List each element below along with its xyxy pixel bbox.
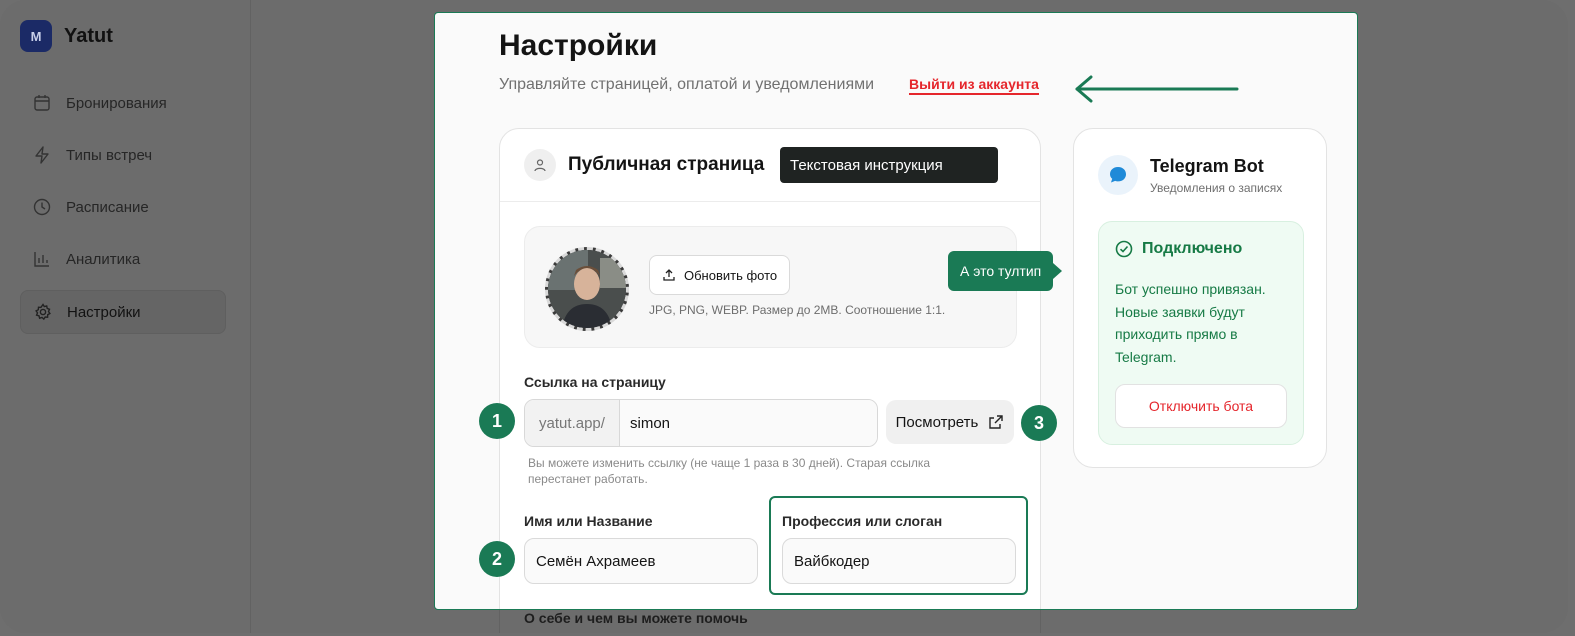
view-page-button[interactable]: Посмотреть <box>886 400 1014 444</box>
url-prefix: yatut.app/ <box>525 400 620 446</box>
update-photo-button[interactable]: Обновить фото <box>649 255 791 295</box>
app-window: M Yatut Бронирования Типы встреч Расписа… <box>0 0 1568 633</box>
settings-modal: Настройки Управляйте страницей, оплатой … <box>434 12 1358 610</box>
sidebar-item-label: Расписание <box>66 198 149 216</box>
telegram-title: Telegram Bot <box>1150 156 1264 176</box>
calendar-icon <box>34 95 50 111</box>
photo-upload-section: Обновить фото JPG, PNG, WEBP. Размер до … <box>524 226 1017 348</box>
sidebar-nav: Бронирования Типы встреч Расписание Анал… <box>20 82 226 344</box>
page-url-field: yatut.app/ <box>524 399 878 447</box>
upload-icon <box>663 269 675 281</box>
sidebar-item-schedule[interactable]: Расписание <box>20 186 226 228</box>
card-title: Публичная страница <box>568 154 765 175</box>
sidebar-item-label: Настройки <box>67 303 141 321</box>
sidebar-item-meeting-types[interactable]: Типы встреч <box>20 134 226 176</box>
sidebar-item-label: Аналитика <box>66 250 141 268</box>
telegram-description: Бот успешно привязан. Новые заявки будут… <box>1115 281 1266 365</box>
telegram-status-box: Подключено Бот успешно привязан. Новые з… <box>1098 221 1304 445</box>
chat-bubble-icon <box>1098 155 1138 195</box>
external-link-icon <box>989 415 1004 429</box>
page-title: Настройки <box>499 29 658 62</box>
profile-photo[interactable] <box>545 247 629 331</box>
annotation-label: Текстовая инструкция <box>780 147 998 183</box>
logout-link[interactable]: Выйти из аккаунта <box>909 76 1039 95</box>
slogan-highlight-frame <box>769 496 1028 595</box>
page-subtitle: Управляйте страницей, оплатой и уведомле… <box>499 76 875 93</box>
sidebar: M Yatut Бронирования Типы встреч Расписа… <box>0 0 251 633</box>
telegram-card: Telegram Bot Уведомления о записях Подкл… <box>1073 128 1327 468</box>
sidebar-item-label: Типы встреч <box>66 146 153 164</box>
sidebar-item-analytics[interactable]: Аналитика <box>20 238 226 280</box>
photo-hint: JPG, PNG, WEBP. Размер до 2MB. Соотношен… <box>649 303 946 317</box>
update-photo-label: Обновить фото <box>684 267 778 283</box>
telegram-subtitle: Уведомления о записях <box>1150 181 1283 195</box>
name-label: Имя или Название <box>524 513 653 529</box>
url-slug-input[interactable] <box>620 400 877 446</box>
name-input[interactable] <box>524 538 758 584</box>
link-hint: Вы можете изменить ссылку (не чаще 1 раз… <box>528 456 931 486</box>
sidebar-item-bookings[interactable]: Бронирования <box>20 82 226 124</box>
user-icon <box>524 149 556 181</box>
sidebar-item-label: Бронирования <box>66 94 167 112</box>
step-badge-1: 1 <box>479 403 515 439</box>
disconnect-bot-button[interactable]: Отключить бота <box>1115 384 1287 428</box>
status-label: Подключено <box>1142 240 1243 257</box>
status-badge: Подключено <box>1115 240 1242 258</box>
arrow-left-icon <box>1075 75 1239 103</box>
gear-icon <box>35 303 51 321</box>
step-badge-3: 3 <box>1021 405 1057 441</box>
check-circle-icon <box>1115 240 1133 258</box>
clock-icon <box>33 198 51 216</box>
lightning-icon <box>35 146 49 164</box>
sidebar-item-settings[interactable]: Настройки <box>20 290 226 334</box>
about-label: О себе и чем вы можете помочь <box>524 610 748 626</box>
link-label: Ссылка на страницу <box>524 374 666 390</box>
step-badge-2: 2 <box>479 541 515 577</box>
tooltip: А это тултип <box>948 251 1063 291</box>
app-name: Yatut <box>64 24 113 47</box>
view-page-label: Посмотреть <box>895 413 979 431</box>
app-logo: M <box>20 20 52 52</box>
bar-chart-icon <box>34 252 49 267</box>
brand[interactable]: M Yatut <box>20 20 113 52</box>
